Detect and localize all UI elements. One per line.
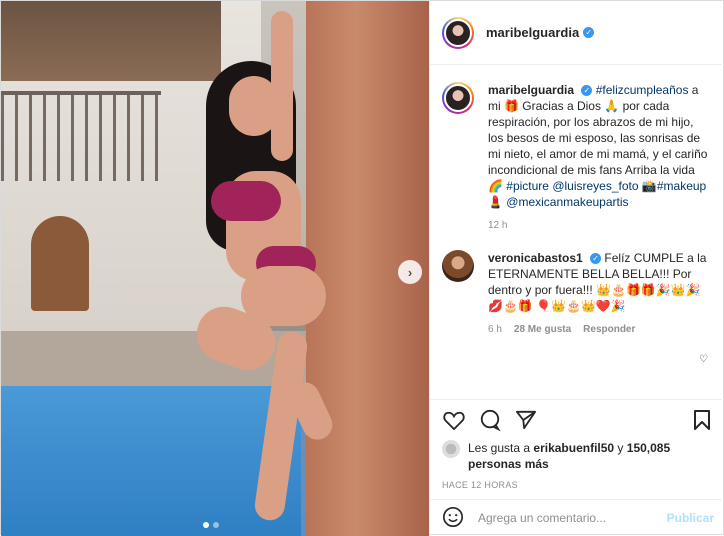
emoji-smiley-icon[interactable] bbox=[442, 506, 466, 530]
caption-body: #felizcumpleaños a mi 🎁 Gracias a Dios 🙏… bbox=[488, 83, 707, 209]
likes-middle: y bbox=[614, 441, 627, 455]
header-username[interactable]: maribelguardia bbox=[486, 25, 579, 40]
verified-badge-icon: ✓ bbox=[581, 85, 593, 97]
comment-avatar[interactable] bbox=[442, 250, 474, 282]
caption-link[interactable]: @luisreyes_foto bbox=[552, 179, 638, 193]
verified-badge-icon: ✓ bbox=[583, 27, 595, 38]
likes-prefix: Les gusta a bbox=[468, 441, 534, 455]
caption-link[interactable]: #makeup bbox=[657, 179, 706, 193]
photo-face bbox=[229, 76, 279, 136]
caption-link[interactable]: #picture bbox=[506, 179, 549, 193]
carousel-dots bbox=[203, 522, 219, 528]
comment-row: veronicabastos1 ✓ Felíz CUMPLE a la ETER… bbox=[430, 234, 724, 338]
reply-button[interactable]: Responder bbox=[583, 322, 635, 338]
caption-link[interactable]: @mexicanmakeupartis bbox=[506, 195, 628, 209]
caption-link[interactable]: #felizcumpleaños bbox=[596, 83, 689, 97]
comment-time: 6 h bbox=[488, 324, 502, 335]
liker-username[interactable]: erikabuenfil50 bbox=[533, 441, 614, 455]
share-paper-plane-icon[interactable] bbox=[514, 408, 538, 432]
likes-summary: Les gusta a erikabuenfil50 y 150,085 per… bbox=[442, 440, 714, 472]
carousel-dot-active bbox=[203, 522, 209, 528]
comment-text: veronicabastos1 ✓ Felíz CUMPLE a la ETER… bbox=[488, 250, 708, 314]
post-sidebar: maribelguardia ✓ maribelguardia ✓ #feliz… bbox=[429, 1, 724, 536]
photo-pool bbox=[1, 386, 301, 536]
comment-username[interactable]: veronicabastos1 bbox=[488, 251, 583, 265]
caption-time: 12 h bbox=[488, 220, 508, 231]
photo-door bbox=[31, 216, 89, 311]
photo-top bbox=[211, 181, 281, 221]
carousel-dot bbox=[213, 522, 219, 528]
like-heart-icon[interactable] bbox=[442, 408, 466, 432]
post-photo[interactable]: › bbox=[1, 1, 429, 536]
verified-badge-icon: ✓ bbox=[590, 253, 602, 265]
post-timestamp[interactable]: HACE 12 HORAS bbox=[442, 480, 714, 490]
post-actions: Les gusta a erikabuenfil50 y 150,085 per… bbox=[430, 399, 724, 490]
bookmark-save-icon[interactable] bbox=[690, 408, 714, 432]
photo-roof bbox=[1, 1, 221, 81]
comment-input[interactable]: Agrega un comentario... bbox=[478, 511, 667, 525]
publish-button[interactable]: Publicar bbox=[667, 511, 714, 525]
comment-likes[interactable]: 28 Me gusta bbox=[514, 322, 571, 338]
next-photo-button[interactable]: › bbox=[398, 260, 422, 284]
photo-balcony bbox=[1, 91, 161, 181]
caption-row: maribelguardia ✓ #felizcumpleaños a mi 🎁… bbox=[430, 66, 724, 234]
comment-like-heart-icon[interactable]: ♡ bbox=[699, 354, 708, 365]
post-modal: › maribelguardia ✓ maribelguardia ✓ #fel… bbox=[0, 0, 724, 536]
caption-text-part: 📸 bbox=[638, 179, 657, 193]
avatar[interactable] bbox=[442, 16, 474, 49]
caption-text-part: a mi 🎁 Gracias a Dios 🙏 por cada respira… bbox=[488, 83, 708, 193]
liker-avatar[interactable] bbox=[442, 440, 460, 458]
chevron-right-icon: › bbox=[407, 264, 413, 280]
comments-list[interactable]: maribelguardia ✓ #felizcumpleaños a mi 🎁… bbox=[430, 66, 724, 399]
add-comment-bar: Agrega un comentario... Publicar bbox=[430, 499, 724, 536]
caption-text-part: 💄 bbox=[488, 195, 507, 209]
caption-text: maribelguardia ✓ #felizcumpleaños a mi 🎁… bbox=[488, 82, 708, 210]
comment-bubble-icon[interactable] bbox=[478, 408, 502, 432]
post-header: maribelguardia ✓ bbox=[430, 1, 724, 65]
caption-username[interactable]: maribelguardia bbox=[488, 83, 574, 97]
caption-avatar[interactable] bbox=[442, 82, 474, 114]
